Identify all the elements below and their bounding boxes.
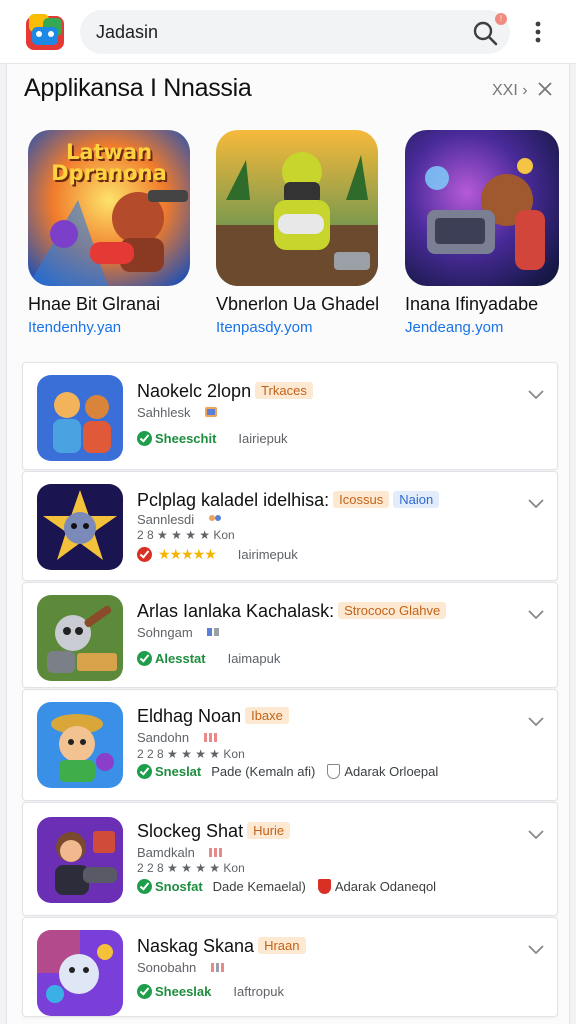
app-logo-icon[interactable] bbox=[24, 12, 66, 52]
featured-card-2[interactable]: Vbnerlon Ua Ghadel Itenpasdy.yom bbox=[216, 130, 380, 336]
app-tag: Ibaxe bbox=[245, 707, 289, 724]
award-icon bbox=[137, 547, 152, 562]
featured-card-1[interactable]: Latwan Dpranona Hnae Bit Glranai Itenden… bbox=[28, 130, 190, 336]
top-app-bar: Jadasin ! bbox=[0, 0, 576, 64]
app-subtitle: Sandohn bbox=[137, 730, 217, 745]
app-rating-text: 2 2 8 ★ ★ ★ ★ Kon bbox=[137, 861, 245, 875]
featured-card-3[interactable]: Inana Ifinyadabe Jendeang.yom bbox=[405, 130, 559, 336]
list-item[interactable]: Naokelc 2lopn Trkaces Sahhlesk Sheeschit … bbox=[22, 362, 558, 470]
search-input[interactable]: Jadasin bbox=[96, 22, 158, 43]
people-icon bbox=[208, 515, 221, 521]
app-meta: Snosfat Dade Kemaelal) Adarak Odaneqol bbox=[137, 879, 436, 894]
app-meta: Sneslat Pade (Kemaln afi) Adarak Orloepa… bbox=[137, 764, 438, 779]
people-icon bbox=[210, 963, 224, 972]
verified-icon bbox=[137, 651, 152, 666]
people-icon bbox=[209, 848, 223, 857]
chevron-down-icon[interactable] bbox=[527, 829, 545, 841]
featured-artwork: Latwan Dpranona bbox=[28, 130, 190, 286]
shield-icon bbox=[317, 879, 331, 894]
list-item[interactable]: Arlas Ianlaka Kachalask: Strococo Glahve … bbox=[22, 582, 558, 688]
verified-icon bbox=[137, 879, 152, 894]
app-icon bbox=[37, 375, 123, 461]
app-subtitle: Sannlesdi bbox=[137, 512, 222, 527]
close-icon[interactable] bbox=[536, 80, 554, 98]
app-tag: Hraan bbox=[258, 937, 306, 954]
app-meta: Sheeslak Iaftropuk bbox=[137, 984, 284, 999]
chevron-down-icon[interactable] bbox=[527, 716, 545, 728]
app-title: Slockeg Shat Hurie bbox=[137, 821, 291, 842]
featured-name: Hnae Bit Glranai bbox=[28, 294, 161, 314]
app-icon bbox=[37, 817, 123, 903]
chevron-down-icon[interactable] bbox=[527, 389, 545, 401]
featured-name: Inana Ifinyadabe bbox=[405, 294, 539, 314]
shield-icon bbox=[327, 764, 341, 779]
app-icon bbox=[37, 484, 123, 570]
featured-artwork bbox=[405, 130, 559, 286]
app-icon bbox=[37, 930, 123, 1016]
app-tag: Hurie bbox=[247, 822, 291, 839]
section-more-link[interactable]: XXI › bbox=[492, 82, 528, 100]
app-subtitle: Sohngam bbox=[137, 625, 220, 640]
app-subtitle: Bamdkaln bbox=[137, 845, 223, 860]
app-tag: Strococo Glahve bbox=[338, 602, 447, 619]
app-title: Arlas Ianlaka Kachalask: Strococo Glahve bbox=[137, 601, 447, 622]
list-item[interactable]: Naskag Skana Hraan Sonobahn Sheeslak Iaft… bbox=[22, 917, 558, 1017]
featured-developer[interactable]: Jendeang.yom bbox=[405, 319, 559, 336]
app-subtitle: Sonobahn bbox=[137, 960, 224, 975]
app-title: Naokelc 2lopn Trkaces bbox=[137, 381, 313, 402]
featured-developer[interactable]: Itenpasdy.yom bbox=[216, 319, 378, 336]
search-icon[interactable] bbox=[472, 20, 498, 46]
chevron-down-icon[interactable] bbox=[527, 944, 545, 956]
chevron-down-icon[interactable] bbox=[527, 498, 545, 510]
app-tag: Trkaces bbox=[255, 382, 313, 399]
more-vert-icon[interactable] bbox=[528, 18, 548, 46]
search-bar[interactable]: Jadasin ! bbox=[80, 10, 510, 54]
people-icon bbox=[205, 407, 218, 417]
people-icon bbox=[207, 628, 220, 636]
verified-icon bbox=[137, 431, 152, 446]
app-meta: ★★★★★ Iairimepuk bbox=[137, 546, 298, 563]
list-item[interactable]: Eldhag Noan Ibaxe Sandohn 2 2 8 ★ ★ ★ ★ K… bbox=[22, 689, 558, 801]
featured-name: Vbnerlon Ua Ghadel bbox=[216, 294, 380, 314]
app-title: Eldhag Noan Ibaxe bbox=[137, 706, 289, 727]
featured-developer[interactable]: Itendenhy.yan bbox=[28, 319, 190, 336]
verified-icon bbox=[137, 764, 152, 779]
app-icon bbox=[37, 702, 123, 788]
app-subtitle: Sahhlesk bbox=[137, 405, 218, 420]
list-item[interactable]: Slockeg Shat Hurie Bamdkaln 2 2 8 ★ ★ ★ ★… bbox=[22, 802, 558, 916]
app-tag: Naion bbox=[393, 491, 440, 508]
app-meta: Alesstat Iaimapuk bbox=[137, 651, 280, 666]
app-title: Pclplag kaladel idelhisa: Icossus Naion bbox=[137, 490, 440, 511]
app-icon bbox=[37, 595, 123, 681]
star-rating: ★★★★★ bbox=[158, 546, 217, 562]
chevron-down-icon[interactable] bbox=[527, 609, 545, 621]
verified-icon bbox=[137, 984, 152, 999]
people-icon bbox=[203, 733, 217, 742]
app-rating-text: 2 8 ★ ★ ★ ★ Kon bbox=[137, 528, 235, 542]
notification-badge: ! bbox=[495, 13, 507, 25]
app-title: Naskag Skana Hraan bbox=[137, 936, 306, 957]
app-meta: Sheeschit Iairiepuk bbox=[137, 431, 288, 446]
app-rating-text: 2 2 8 ★ ★ ★ ★ Kon bbox=[137, 747, 245, 761]
featured-banner-text: Latwan Dpranona bbox=[51, 140, 167, 185]
section-title: Applikansa I Nnassia bbox=[24, 74, 252, 102]
app-tag: Icossus bbox=[333, 491, 390, 508]
featured-artwork bbox=[216, 130, 378, 286]
list-item[interactable]: Pclplag kaladel idelhisa: Icossus Naion Sa… bbox=[22, 471, 558, 581]
